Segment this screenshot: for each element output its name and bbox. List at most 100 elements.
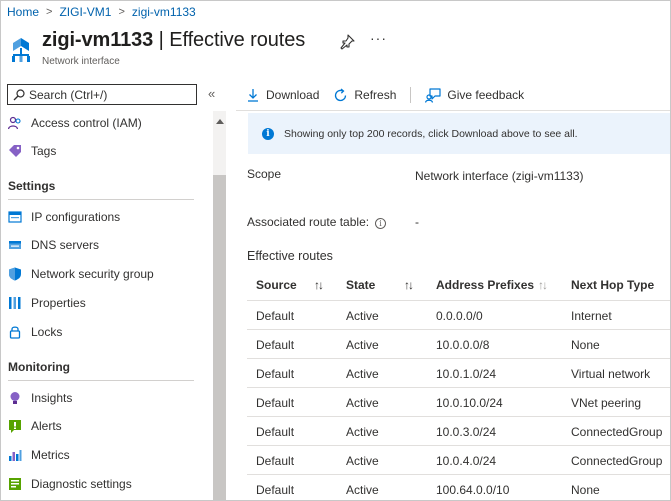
sidebar-item-label: Insights bbox=[31, 391, 73, 405]
sidebar-item-metrics[interactable]: Metrics bbox=[1, 443, 213, 467]
column-header-label: State bbox=[346, 277, 376, 292]
chevron-right-icon: > bbox=[46, 6, 53, 18]
table-row: Default Active 10.0.0.0/8 None bbox=[247, 329, 670, 358]
cell-next-hop-type: ConnectedGroup bbox=[571, 454, 663, 468]
sidebar-item-properties[interactable]: Properties bbox=[1, 291, 213, 315]
properties-icon bbox=[9, 297, 21, 309]
sort-icon[interactable]: ↑↓ bbox=[538, 278, 548, 292]
column-header-state[interactable]: State bbox=[346, 269, 375, 300]
chevron-right-icon: > bbox=[118, 6, 125, 18]
feedback-icon bbox=[425, 87, 442, 103]
search-input[interactable] bbox=[29, 87, 189, 102]
info-icon: i bbox=[262, 127, 274, 140]
sidebar-item-label: Properties bbox=[31, 296, 86, 310]
sidebar-item-label: Access control (IAM) bbox=[31, 116, 142, 130]
cell-address-prefix: 100.64.0.0/10 bbox=[436, 483, 510, 497]
route-table-label-text: Associated route table: bbox=[247, 215, 370, 229]
table-row: Default Active 100.64.0.0/10 None bbox=[247, 474, 670, 500]
tag-icon bbox=[9, 145, 21, 157]
section-monitoring: Monitoring bbox=[8, 360, 70, 374]
cell-source: Default bbox=[256, 425, 295, 439]
sidebar-item-locks[interactable]: Locks bbox=[1, 320, 213, 344]
sidebar-item-alerts[interactable]: Alerts bbox=[1, 414, 213, 438]
route-table-label: Associated route table: i bbox=[247, 215, 387, 229]
network-interface-icon bbox=[12, 38, 30, 62]
cell-source: Default bbox=[256, 454, 295, 468]
cell-state: Active bbox=[346, 454, 379, 468]
breadcrumb-vm[interactable]: ZIGI-VM1 bbox=[59, 5, 111, 19]
column-header-source[interactable]: Source bbox=[256, 269, 297, 300]
toolbar-divider bbox=[410, 87, 412, 103]
column-header-label: Address Prefixes bbox=[436, 277, 535, 292]
cell-next-hop-type: ConnectedGroup bbox=[571, 425, 663, 439]
blade-title: Effective routes bbox=[169, 29, 306, 51]
sidebar-item-diagnostic-settings[interactable]: Diagnostic settings bbox=[1, 472, 213, 496]
table-row: Default Active 10.0.3.0/24 ConnectedGrou… bbox=[247, 416, 670, 445]
more-options-icon[interactable]: ··· bbox=[370, 30, 387, 46]
table-row: Default Active 10.0.1.0/24 Virtual netwo… bbox=[247, 358, 670, 387]
scroll-up-icon[interactable] bbox=[216, 119, 224, 124]
breadcrumb-home[interactable]: Home bbox=[7, 5, 39, 19]
cell-state: Active bbox=[346, 396, 379, 410]
cell-source: Default bbox=[256, 396, 295, 410]
sidebar-item-label: IP configurations bbox=[31, 210, 121, 224]
download-label: Download bbox=[266, 88, 320, 102]
info-icon[interactable]: i bbox=[375, 218, 387, 229]
cell-source: Default bbox=[256, 483, 295, 497]
shield-icon bbox=[9, 267, 21, 281]
collapse-sidebar-icon[interactable]: « bbox=[208, 86, 215, 101]
cell-source: Default bbox=[256, 367, 295, 381]
sidebar-scrollbar[interactable] bbox=[213, 111, 226, 500]
banner-text: Showing only top 200 records, click Down… bbox=[284, 127, 578, 140]
alert-icon bbox=[9, 420, 21, 433]
sidebar-item-network-security-group[interactable]: Network security group bbox=[1, 262, 213, 286]
download-button[interactable]: Download bbox=[246, 88, 319, 102]
column-header-next-hop-type[interactable]: Next Hop Type bbox=[571, 269, 654, 300]
cell-address-prefix: 10.0.4.0/24 bbox=[436, 454, 497, 468]
sidebar-search[interactable] bbox=[7, 84, 197, 105]
sidebar-item-label: DNS servers bbox=[31, 238, 100, 252]
people-icon bbox=[8, 116, 21, 130]
route-table-value: - bbox=[415, 215, 419, 229]
metrics-icon bbox=[9, 450, 22, 461]
cell-state: Active bbox=[346, 309, 379, 323]
divider bbox=[8, 199, 194, 200]
divider bbox=[8, 380, 194, 381]
pin-icon[interactable] bbox=[339, 34, 355, 50]
cell-address-prefix: 10.0.3.0/24 bbox=[436, 425, 497, 439]
cell-address-prefix: 10.0.1.0/24 bbox=[436, 367, 497, 381]
portal-blade: Home > ZIGI-VM1 > zigi-vm1133 zigi-vm113… bbox=[0, 0, 671, 501]
info-banner: i Showing only top 200 records, click Do… bbox=[248, 113, 670, 154]
section-settings: Settings bbox=[8, 179, 56, 193]
sidebar-item-label: Metrics bbox=[31, 448, 70, 462]
table-row: Default Active 10.0.4.0/24 ConnectedGrou… bbox=[247, 445, 670, 474]
refresh-button[interactable]: Refresh bbox=[333, 87, 396, 103]
cell-state: Active bbox=[346, 425, 379, 439]
resource-name: zigi-vm1133 bbox=[42, 29, 154, 51]
scrollbar-thumb[interactable] bbox=[213, 175, 226, 500]
sidebar-item-access-control[interactable]: Access control (IAM) bbox=[1, 111, 213, 135]
sidebar-item-insights[interactable]: Insights bbox=[1, 386, 213, 410]
sort-icon[interactable]: ↑↓ bbox=[404, 278, 414, 292]
column-header-label: Next Hop Type bbox=[571, 277, 655, 292]
give-feedback-button[interactable]: Give feedback bbox=[425, 87, 525, 103]
cell-next-hop-type: None bbox=[571, 483, 600, 497]
sidebar-item-tags[interactable]: Tags bbox=[1, 139, 213, 163]
divider bbox=[236, 110, 670, 111]
breadcrumb: Home > ZIGI-VM1 > zigi-vm1133 bbox=[7, 4, 196, 20]
cell-next-hop-type: VNet peering bbox=[571, 396, 642, 410]
cell-address-prefix: 0.0.0.0/0 bbox=[436, 309, 483, 323]
cell-address-prefix: 10.0.0.0/8 bbox=[436, 338, 490, 352]
sort-icon[interactable]: ↑↓ bbox=[314, 278, 324, 292]
sidebar-item-dns-servers[interactable]: DNS servers bbox=[1, 233, 213, 257]
dns-icon bbox=[9, 241, 21, 249]
cell-source: Default bbox=[256, 338, 295, 352]
breadcrumb-nic[interactable]: zigi-vm1133 bbox=[132, 5, 196, 19]
search-icon bbox=[13, 88, 25, 100]
sidebar-item-ip-configurations[interactable]: IP configurations bbox=[1, 205, 213, 229]
cell-next-hop-type: Virtual network bbox=[571, 367, 651, 381]
cell-state: Active bbox=[346, 338, 379, 352]
cell-source: Default bbox=[256, 309, 295, 323]
column-header-address-prefixes[interactable]: Address Prefixes bbox=[436, 269, 534, 300]
feedback-label: Give feedback bbox=[447, 88, 525, 102]
